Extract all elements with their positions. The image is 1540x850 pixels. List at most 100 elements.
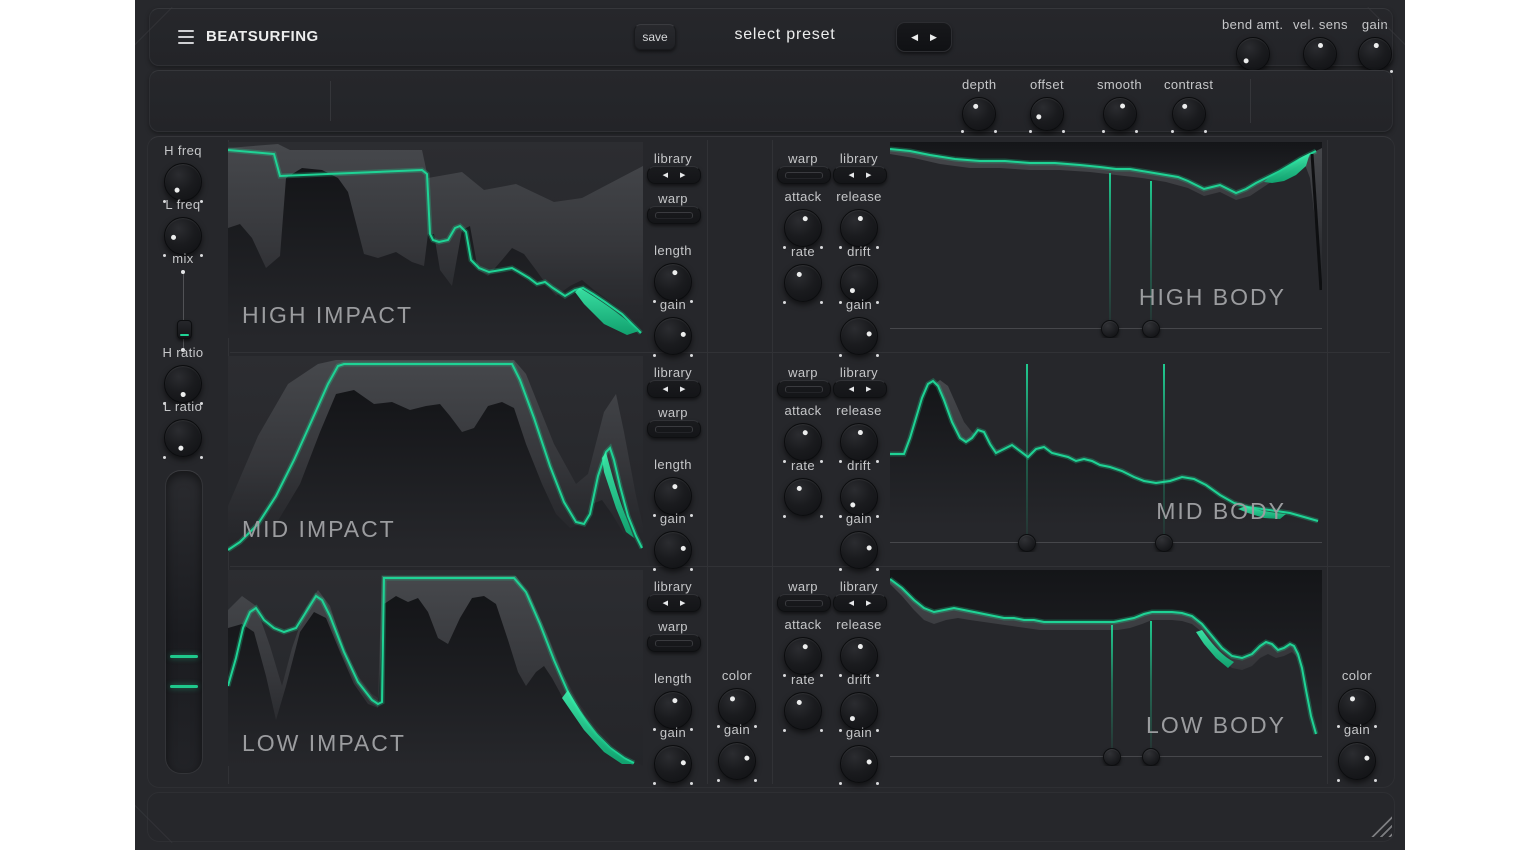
mid-impact-wave[interactable]: MID IMPACT	[228, 356, 643, 552]
high-body-wave[interactable]: HIGH BODY	[890, 142, 1322, 338]
length-knob[interactable]	[654, 477, 692, 515]
low-impact-wave[interactable]: LOW IMPACT	[228, 570, 643, 766]
attack-knob[interactable]	[784, 423, 822, 461]
menu-icon[interactable]	[178, 30, 194, 44]
preset-nav[interactable]: ◀ ▶	[896, 22, 952, 52]
gain-knob[interactable]	[840, 531, 878, 569]
release-knob[interactable]	[840, 637, 878, 675]
gain-knob[interactable]	[840, 745, 878, 783]
high-impact-wave[interactable]: HIGH IMPACT	[228, 142, 643, 338]
hfreq-label: H freq	[164, 143, 202, 158]
attack-group: attack	[775, 403, 831, 461]
warp-slider[interactable]	[777, 380, 831, 398]
drift-label: drift	[847, 672, 871, 687]
marker-handle[interactable]	[1142, 320, 1160, 338]
prev-icon[interactable]: ◀	[849, 385, 854, 393]
rate-knob[interactable]	[784, 478, 822, 516]
hfreq-group: H freq	[153, 143, 213, 201]
next-icon[interactable]: ▶	[680, 385, 685, 393]
hratio-knob[interactable]	[164, 365, 202, 403]
mid-body-wave[interactable]: MID BODY	[890, 356, 1322, 552]
depth-label: depth	[962, 77, 997, 92]
library-selector[interactable]: ◀▶	[647, 594, 701, 612]
library-selector[interactable]: ◀▶	[833, 166, 887, 184]
rate-knob[interactable]	[784, 692, 822, 730]
release-knob[interactable]	[840, 423, 878, 461]
save-button[interactable]: save	[634, 24, 676, 50]
brand-title: BEATSURFING	[206, 28, 319, 45]
panel-title: LOW IMPACT	[242, 730, 406, 757]
lfreq-knob[interactable]	[164, 217, 202, 255]
prev-icon[interactable]: ◀	[849, 599, 854, 607]
warp-slider[interactable]	[647, 420, 701, 438]
library-selector[interactable]: ◀▶	[833, 380, 887, 398]
gain-knob[interactable]	[840, 317, 878, 355]
marker-handle[interactable]	[1101, 320, 1119, 338]
attack-knob[interactable]	[784, 637, 822, 675]
drift-group: drift	[831, 244, 887, 302]
library-selector[interactable]: ◀▶	[647, 380, 701, 398]
marker-slider[interactable]	[890, 328, 1322, 329]
gain-label: gain	[846, 511, 872, 526]
next-preset-icon[interactable]: ▶	[930, 32, 937, 43]
smooth-knob[interactable]	[1103, 97, 1137, 131]
master-gain-knob[interactable]	[1358, 37, 1392, 71]
depth-knob[interactable]	[962, 97, 996, 131]
gain-knob[interactable]	[1338, 742, 1376, 780]
gain-knob[interactable]	[654, 745, 692, 783]
gain-group: gain	[643, 511, 703, 569]
prev-preset-icon[interactable]: ◀	[911, 32, 918, 43]
gain-knob[interactable]	[718, 742, 756, 780]
library-selector[interactable]: ◀▶	[833, 594, 887, 612]
marker-handle[interactable]	[1103, 748, 1121, 766]
warp-slider[interactable]	[647, 634, 701, 652]
offset-knob[interactable]	[1030, 97, 1064, 131]
length-group: length	[643, 243, 703, 301]
gain-label: gain	[846, 297, 872, 312]
marker-handle[interactable]	[1142, 748, 1160, 766]
prev-icon[interactable]: ◀	[663, 385, 668, 393]
contrast-knob[interactable]	[1172, 97, 1206, 131]
warp-slider[interactable]	[647, 206, 701, 224]
marker-slider[interactable]	[890, 542, 1322, 543]
color-knob[interactable]	[718, 688, 756, 726]
rate-knob[interactable]	[784, 264, 822, 302]
plugin-window: { "accent": "#1fd395", "brand": "BEATSUR…	[135, 0, 1405, 850]
attack-knob[interactable]	[784, 209, 822, 247]
low-body-wave[interactable]: LOW BODY	[890, 570, 1322, 766]
next-icon[interactable]: ▶	[866, 385, 871, 393]
preset-selector[interactable]: select preset	[690, 26, 880, 44]
warp-slider[interactable]	[777, 594, 831, 612]
gain-knob[interactable]	[654, 531, 692, 569]
library-label: library	[643, 365, 703, 380]
depth-group: depth	[962, 77, 997, 131]
next-icon[interactable]: ▶	[866, 599, 871, 607]
marker-handle[interactable]	[1018, 534, 1036, 552]
warp-label: warp	[643, 619, 703, 634]
length-knob[interactable]	[654, 691, 692, 729]
marker-handle[interactable]	[1155, 534, 1173, 552]
next-icon[interactable]: ▶	[680, 599, 685, 607]
resize-grip-icon[interactable]	[1366, 811, 1392, 837]
lratio-knob[interactable]	[164, 419, 202, 457]
library-label: library	[643, 579, 703, 594]
mix-slider[interactable]	[178, 272, 188, 350]
vel-sens-knob[interactable]	[1303, 37, 1337, 71]
color-knob[interactable]	[1338, 688, 1376, 726]
marker-slider[interactable]	[890, 756, 1322, 757]
hfreq-knob[interactable]	[164, 163, 202, 201]
mix-slider-handle[interactable]	[177, 320, 192, 339]
next-icon[interactable]: ▶	[866, 171, 871, 179]
length-label: length	[654, 243, 692, 258]
gain-knob[interactable]	[654, 317, 692, 355]
prev-icon[interactable]: ◀	[849, 171, 854, 179]
library-selector[interactable]: ◀▶	[647, 166, 701, 184]
length-knob[interactable]	[654, 263, 692, 301]
level-fader[interactable]	[165, 470, 203, 774]
prev-icon[interactable]: ◀	[663, 171, 668, 179]
next-icon[interactable]: ▶	[680, 171, 685, 179]
release-knob[interactable]	[840, 209, 878, 247]
bend-amt-knob[interactable]	[1236, 37, 1270, 71]
prev-icon[interactable]: ◀	[663, 599, 668, 607]
warp-slider[interactable]	[777, 166, 831, 184]
